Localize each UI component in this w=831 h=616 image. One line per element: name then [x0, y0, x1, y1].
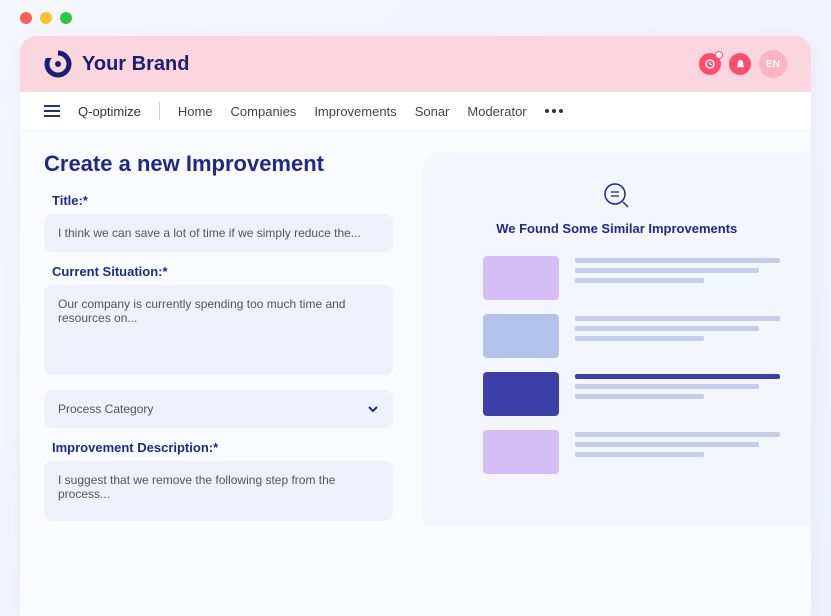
similar-item[interactable]: [483, 372, 792, 416]
preview-lines: [575, 256, 792, 300]
top-bar: Your Brand EN: [20, 36, 811, 92]
thumb: [483, 314, 559, 358]
page-title: Create a new Improvement: [44, 151, 393, 177]
thumb: [483, 372, 559, 416]
similar-item[interactable]: [483, 430, 792, 474]
language-button[interactable]: EN: [759, 50, 787, 78]
nav-home[interactable]: Home: [178, 104, 213, 119]
form-column: Create a new Improvement Title:* Current…: [44, 151, 393, 526]
category-placeholder: Process Category: [58, 402, 153, 416]
nav-moderator[interactable]: Moderator: [467, 104, 526, 119]
similar-title: We Found Some Similar Improvements: [443, 221, 792, 236]
description-textarea[interactable]: I suggest that we remove the following s…: [44, 461, 393, 521]
window-minimize[interactable]: [40, 12, 52, 24]
thumb: [483, 256, 559, 300]
title-label: Title:*: [52, 193, 393, 208]
search-icon: [602, 181, 632, 211]
category-select[interactable]: Process Category: [44, 390, 393, 428]
similar-panel: We Found Some Similar Improvements: [423, 151, 812, 526]
nav-bar: Q-optimize Home Companies Improvements S…: [20, 92, 811, 131]
preview-lines: [575, 314, 792, 358]
similar-item[interactable]: [483, 256, 792, 300]
notification-button[interactable]: [729, 53, 751, 75]
brand-name: Your Brand: [82, 53, 189, 76]
description-label: Improvement Description:*: [52, 440, 393, 455]
similar-item[interactable]: [483, 314, 792, 358]
nav-companies[interactable]: Companies: [231, 104, 297, 119]
nav-sonar[interactable]: Sonar: [415, 104, 450, 119]
thumb: [483, 430, 559, 474]
preview-lines: [575, 372, 792, 416]
brand-logo-icon: [44, 50, 72, 78]
nav-improvements[interactable]: Improvements: [314, 104, 396, 119]
bell-icon: [735, 59, 746, 70]
window-close[interactable]: [20, 12, 32, 24]
situation-textarea[interactable]: Our company is currently spending too mu…: [44, 285, 393, 375]
situation-label: Current Situation:*: [52, 264, 393, 279]
app-name: Q-optimize: [78, 104, 141, 119]
chevron-down-icon: [367, 403, 379, 415]
brand: Your Brand: [44, 50, 189, 78]
content: Create a new Improvement Title:* Current…: [20, 131, 811, 546]
window-maximize[interactable]: [60, 12, 72, 24]
nav-more[interactable]: [545, 109, 563, 113]
top-actions: EN: [699, 50, 787, 78]
preview-lines: [575, 430, 792, 474]
app-window: Your Brand EN Q-optimize Home Companies …: [20, 36, 811, 616]
menu-toggle[interactable]: [44, 105, 60, 117]
timer-icon: [704, 58, 716, 70]
title-input[interactable]: [44, 214, 393, 252]
divider: [159, 102, 160, 120]
timer-button[interactable]: [699, 53, 721, 75]
window-controls: [0, 0, 831, 36]
